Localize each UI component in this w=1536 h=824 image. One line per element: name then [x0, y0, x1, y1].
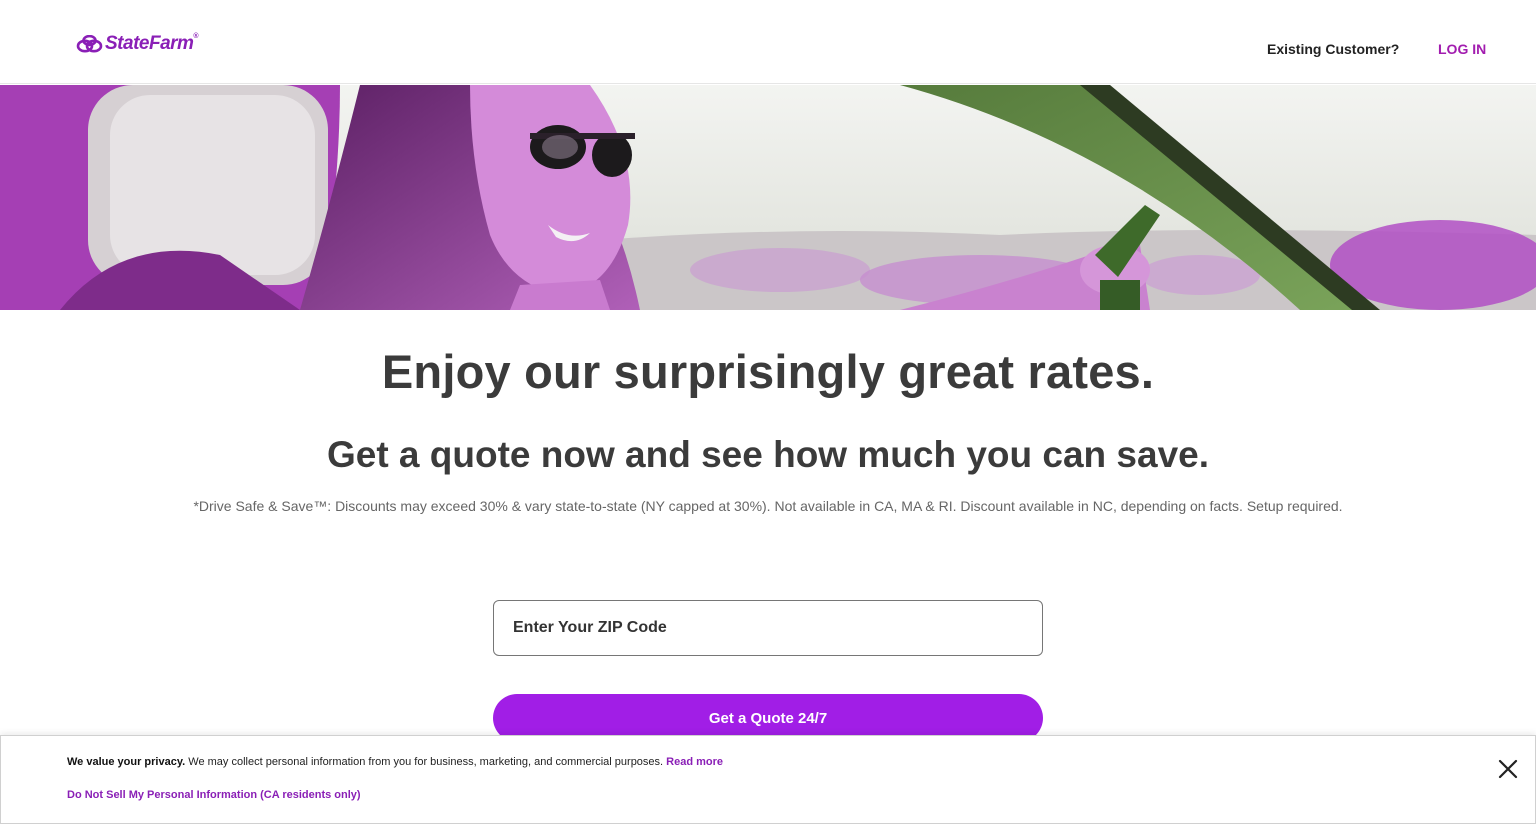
site-header: StateFarm® Existing Customer? LOG IN	[0, 0, 1536, 84]
do-not-sell-link[interactable]: Do Not Sell My Personal Information (CA …	[67, 789, 361, 801]
login-link[interactable]: LOG IN	[1438, 41, 1486, 57]
privacy-bold-text: We value your privacy.	[67, 756, 186, 768]
close-icon	[1498, 759, 1518, 779]
close-banner-button[interactable]	[1495, 756, 1521, 782]
page-subheadline: Get a quote now and see how much you can…	[326, 434, 1210, 475]
hero-image	[0, 85, 1536, 310]
existing-customer-label: Existing Customer?	[1267, 41, 1400, 57]
logo-wordmark: StateFarm®	[105, 33, 199, 54]
discount-disclaimer: *Drive Safe & Save™: Discounts may excee…	[193, 498, 1343, 514]
statefarm-logo[interactable]: StateFarm®	[76, 33, 199, 55]
woman-driving-car-photo	[0, 85, 1536, 310]
privacy-message: We value your privacy. We may collect pe…	[67, 756, 723, 768]
privacy-banner: We value your privacy. We may collect pe…	[0, 735, 1536, 824]
privacy-text: We may collect personal information from…	[188, 756, 664, 768]
zip-code-input[interactable]	[493, 600, 1043, 656]
read-more-link[interactable]: Read more	[666, 756, 723, 768]
page-headline: Enjoy our surprisingly great rates.	[381, 345, 1155, 398]
three-ovals-logo-icon	[76, 35, 103, 53]
